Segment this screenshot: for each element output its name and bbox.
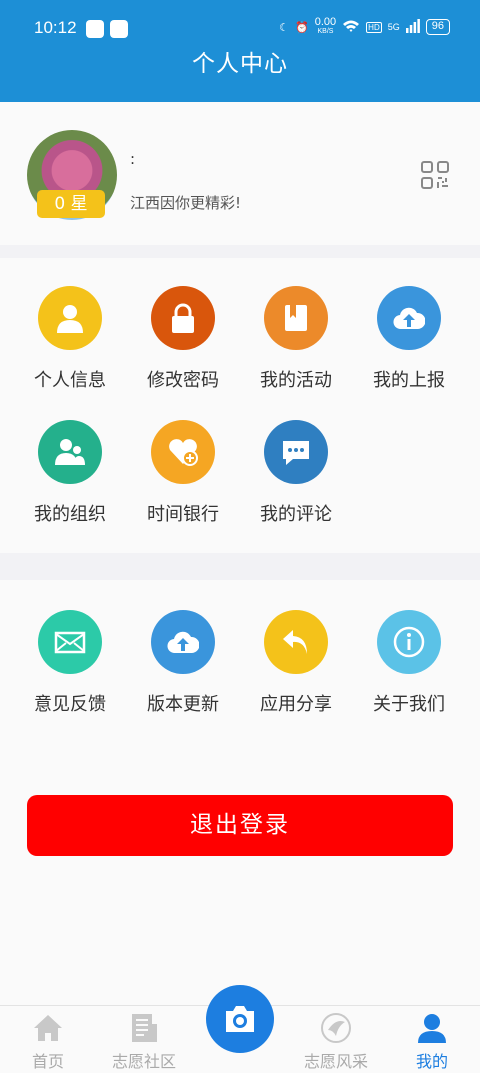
chat-icon — [264, 420, 328, 484]
signal-icon — [405, 18, 420, 36]
net-speed: 0.00 KB/S — [314, 16, 337, 36]
lock-icon — [151, 286, 215, 350]
notification-weibo-icon — [110, 20, 128, 38]
profile-card: 0 星 : 江西因你更精彩! — [0, 102, 480, 245]
other-menu-section: 意见反馈 版本更新 应用分享 关于我们 退出登录 — [0, 580, 480, 1005]
menu-time-bank[interactable]: 时间银行 — [128, 420, 238, 535]
menu-my-activities[interactable]: 我的活动 — [241, 286, 351, 401]
menu-label: 修改密码 — [147, 370, 219, 391]
home-icon — [34, 1015, 62, 1041]
top-header: 10:12 ☾ ⏰ 0.00 KB/S HD 5G 96 个人中心 — [0, 0, 480, 102]
menu-label: 应用分享 — [260, 694, 332, 715]
menu-my-organization[interactable]: 我的组织 — [15, 420, 125, 535]
tab-label: 志愿风采 — [303, 1052, 368, 1071]
tab-label: 我的 — [415, 1052, 448, 1071]
main-menu-section: 个人信息 修改密码 我的活动 我的上报 我的组织 时间银行 我的评论 — [0, 258, 480, 553]
moon-icon: ☾ — [279, 21, 290, 34]
star-badge: 0 星 — [37, 190, 105, 218]
menu-feedback[interactable]: 意见反馈 — [15, 610, 125, 725]
menu-share-app[interactable]: 应用分享 — [241, 610, 351, 725]
notification-app-icon — [86, 20, 104, 38]
net-speed-unit: KB/S — [317, 28, 334, 35]
alarm-icon: ⏰ — [295, 21, 309, 34]
battery-level: 96 — [425, 19, 450, 35]
menu-label: 版本更新 — [147, 694, 219, 715]
network-type: 5G — [387, 22, 400, 32]
menu-change-password[interactable]: 修改密码 — [128, 286, 238, 401]
menu-label: 我的组织 — [34, 504, 106, 525]
menu-version-update[interactable]: 版本更新 — [128, 610, 238, 725]
tab-home[interactable]: 首页 — [0, 1006, 96, 1073]
camera-button[interactable] — [206, 985, 274, 1053]
menu-label: 我的活动 — [260, 370, 332, 391]
status-bar: 10:12 ☾ ⏰ 0.00 KB/S HD 5G 96 — [0, 14, 480, 44]
logout-button[interactable]: 退出登录 — [27, 795, 453, 856]
menu-my-comments[interactable]: 我的评论 — [241, 420, 351, 535]
menu-label: 个人信息 — [34, 370, 106, 391]
info-icon — [377, 610, 441, 674]
camera-icon — [226, 1006, 254, 1032]
hd-badge: HD — [366, 21, 382, 33]
book-icon — [264, 286, 328, 350]
menu-my-reports[interactable]: 我的上报 — [354, 286, 464, 401]
menu-label: 关于我们 — [373, 694, 445, 715]
menu-about-us[interactable]: 关于我们 — [354, 610, 464, 725]
menu-label: 我的上报 — [373, 370, 445, 391]
emblem-icon — [321, 1013, 351, 1043]
status-time: 10:12 — [34, 18, 77, 37]
heart-plus-icon — [151, 420, 215, 484]
menu-personal-info[interactable]: 个人信息 — [15, 286, 125, 401]
news-icon — [132, 1014, 157, 1042]
menu-label: 我的评论 — [260, 504, 332, 525]
tab-volunteer-community[interactable]: 志愿社区 — [96, 1006, 192, 1073]
group-icon — [38, 420, 102, 484]
person-icon — [38, 286, 102, 350]
slogan: 江西因你更精彩! — [130, 194, 242, 212]
nickname: : — [130, 150, 136, 168]
qr-code-icon[interactable] — [420, 160, 450, 190]
tab-mine[interactable]: 我的 — [384, 1006, 480, 1073]
tab-volunteer-style[interactable]: 志愿风采 — [288, 1006, 384, 1073]
wifi-icon — [342, 19, 360, 36]
share-arrow-icon — [264, 610, 328, 674]
page-title: 个人中心 — [192, 51, 288, 77]
mail-icon — [38, 610, 102, 674]
cloud-upload-icon — [377, 286, 441, 350]
net-speed-value: 0.00 — [314, 16, 337, 28]
user-icon — [418, 1014, 446, 1043]
menu-label: 意见反馈 — [34, 694, 106, 715]
tab-label: 志愿社区 — [111, 1052, 176, 1071]
tab-label: 首页 — [31, 1052, 64, 1071]
cloud-upload-icon — [151, 610, 215, 674]
menu-label: 时间银行 — [147, 504, 219, 525]
